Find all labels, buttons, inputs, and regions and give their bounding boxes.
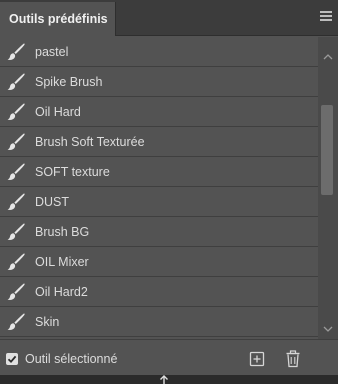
preset-list-item[interactable]: DUST xyxy=(0,187,318,217)
brush-icon xyxy=(7,103,25,120)
new-preset-icon[interactable] xyxy=(249,351,265,367)
brush-icon xyxy=(7,193,25,210)
preset-label: Skin xyxy=(35,315,60,329)
brush-icon xyxy=(7,313,25,330)
preset-list-item[interactable]: Oil Hard xyxy=(0,97,318,127)
preset-label: Brush BG xyxy=(35,225,90,239)
resize-handle-icon[interactable] xyxy=(158,375,170,384)
vertical-scrollbar[interactable] xyxy=(318,37,338,339)
brush-icon xyxy=(7,73,25,90)
brush-icon xyxy=(7,43,25,60)
preset-list-item[interactable]: OIL Mixer xyxy=(0,247,318,277)
panel-footer: Outil sélectionné xyxy=(0,339,338,375)
preset-list-item[interactable]: Brush Soft Texturée xyxy=(0,127,318,157)
scrollbar-thumb[interactable] xyxy=(321,105,333,196)
current-tool-only-checkbox[interactable] xyxy=(6,353,18,365)
preset-label: Oil Hard2 xyxy=(35,285,88,299)
preset-label: DUST xyxy=(35,195,70,209)
preset-label: OIL Mixer xyxy=(35,255,89,269)
tool-presets-panel: Outils prédéfinis pastel Spike Brush Oil H… xyxy=(0,0,338,384)
brush-icon xyxy=(7,253,25,270)
preset-label: pastel xyxy=(35,45,69,59)
chevron-up-icon[interactable] xyxy=(318,47,338,67)
checkmark-icon xyxy=(7,355,17,364)
chevron-down-icon[interactable] xyxy=(318,319,338,339)
tab-tool-presets[interactable]: Outils prédéfinis xyxy=(0,2,116,36)
preset-list-item[interactable]: Brush BG xyxy=(0,217,318,247)
preset-list-item[interactable]: pastel xyxy=(0,37,318,67)
trash-icon[interactable] xyxy=(285,350,301,368)
preset-label: Spike Brush xyxy=(35,75,103,89)
preset-label: Brush Soft Texturée xyxy=(35,135,145,149)
current-tool-only-label: Outil sélectionné xyxy=(25,352,118,366)
preset-list-item[interactable]: Oil Hard2 xyxy=(0,277,318,307)
preset-list: pastel Spike Brush Oil Hard Brush Soft Text… xyxy=(0,37,318,339)
brush-icon xyxy=(7,283,25,300)
preset-label: Oil Hard xyxy=(35,105,81,119)
panel-tab-bar: Outils prédéfinis xyxy=(0,0,338,36)
preset-label: SOFT texture xyxy=(35,165,110,179)
brush-icon xyxy=(7,223,25,240)
preset-list-item[interactable]: Spike Brush xyxy=(0,67,318,97)
preset-list-item[interactable]: SOFT texture xyxy=(0,157,318,187)
brush-icon xyxy=(7,163,25,180)
hamburger-menu-icon[interactable] xyxy=(320,11,332,23)
preset-list-item[interactable]: Skin xyxy=(0,307,318,337)
brush-icon xyxy=(7,133,25,150)
